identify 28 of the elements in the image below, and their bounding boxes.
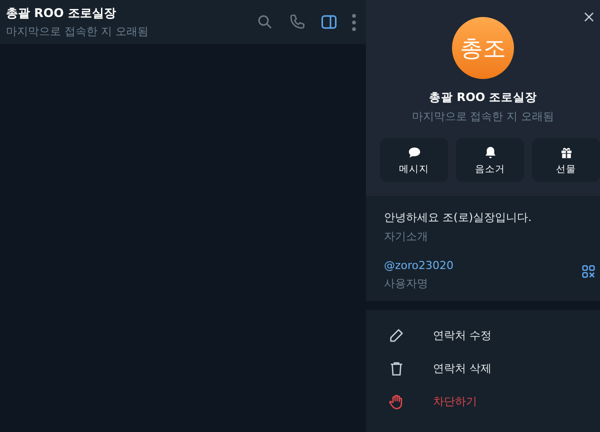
username-link[interactable]: @zoro23020 xyxy=(384,259,454,272)
avatar: 총조 xyxy=(452,17,514,79)
qr-code-icon xyxy=(581,264,596,279)
sidebar-toggle-icon xyxy=(320,13,338,31)
username-caption: 사용자명 xyxy=(384,276,429,291)
menu-item[interactable]: 연락처 삭제 xyxy=(366,352,600,385)
hand-icon xyxy=(388,393,405,410)
menu-item[interactable]: 연락처 수정 xyxy=(366,319,600,352)
search-icon xyxy=(256,13,274,31)
speech-bubble-icon xyxy=(406,144,422,160)
action-button[interactable]: 선물 xyxy=(532,138,600,182)
more-button[interactable] xyxy=(350,12,358,32)
close-icon xyxy=(582,10,596,24)
last-seen-status: 마지막으로 접속한 지 오래됨 xyxy=(6,24,150,39)
qr-code-button[interactable] xyxy=(581,264,596,279)
more-icon xyxy=(352,14,356,30)
trash-icon xyxy=(388,360,405,377)
bio-text: 안녕하세요 조(로)실장입니다. xyxy=(384,210,533,225)
last-seen-status: 마지막으로 접속한 지 오래됨 xyxy=(412,109,554,124)
phone-icon xyxy=(288,13,306,31)
action-button[interactable]: 음소거 xyxy=(456,138,524,182)
action-button[interactable]: 메시지 xyxy=(380,138,448,182)
menu-item[interactable]: 차단하기 xyxy=(366,385,600,418)
chat-title: 총괄 ROO 조로실장 xyxy=(6,5,117,22)
bell-icon xyxy=(482,144,498,160)
profile-name: 총괄 ROO 조로실장 xyxy=(428,90,538,105)
pencil-icon xyxy=(388,327,405,344)
bio-caption: 자기소개 xyxy=(384,229,429,244)
